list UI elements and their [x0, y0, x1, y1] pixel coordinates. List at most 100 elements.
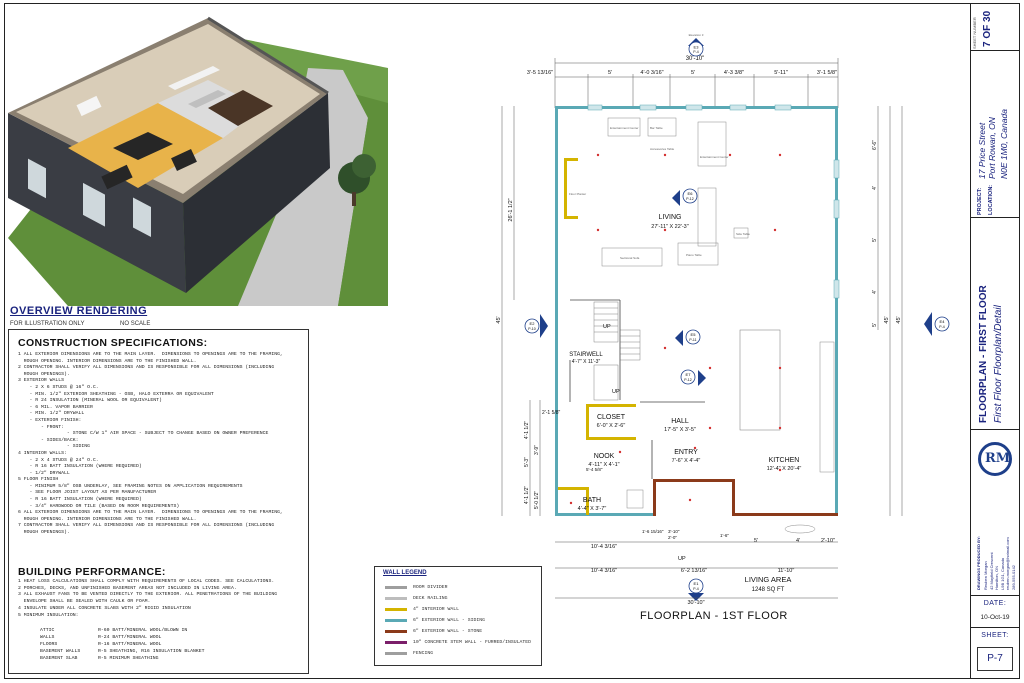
marker-e3-sheet: P-4	[693, 50, 699, 54]
room-closet-dims: 6'-0" X 2'-6"	[597, 423, 626, 429]
performance-notes: 1 HEAT LOSS CALCULATIONS SHALL COMPLY WI…	[18, 579, 308, 619]
performance-note-line: 4 INSULATE UNDER ALL CONCRETE SLABS WITH…	[18, 605, 191, 611]
insulation-item: FLOORS	[40, 641, 58, 647]
construction-note-line: - R 16 BATT INSULATION (WHERE REQUIRED)	[18, 497, 142, 503]
sheet-number: 7 OF 30	[982, 10, 993, 47]
legend-item: FENCING	[385, 649, 433, 657]
marker-e4-sheet: P-4	[939, 325, 945, 329]
top-dim-6: 5'-11"	[774, 70, 788, 76]
sheet-cell: SHEET: P-7	[970, 628, 1020, 679]
right-dim-2: 4'	[872, 186, 878, 190]
marker-e4-code: E4	[940, 319, 946, 324]
project-address: 17 Price Street	[977, 122, 987, 179]
legend-swatch	[385, 629, 407, 633]
left-dim-7: 5'-0 1/2"	[534, 491, 540, 510]
furniture-labels: Entertainment Center Bar Table Entertain…	[569, 126, 750, 260]
furniture-label-8: Accessories Table	[650, 147, 674, 151]
insulation-row: WALLS R-24 BATT/MINERAL WOOL	[40, 635, 205, 642]
left-dim-4: 3'-9"	[534, 445, 540, 455]
elevation-marker-e3: E3 P-4 Elevation 3	[688, 33, 704, 57]
insulation-row: BASEMENT WALLS R-5 SHEATHING, R16 INSULAT…	[40, 649, 205, 656]
marker-e3-code: E3	[694, 45, 700, 50]
insulation-item: BASEMENT WALLS	[40, 648, 81, 654]
living-area-value: 1248 SQ FT	[752, 587, 785, 593]
construction-heading: CONSTRUCTION SPECIFICATIONS:	[18, 337, 208, 349]
construction-note-line: - STONE C/W 1" AIR SPACE - SUBJECT TO CH…	[18, 431, 269, 437]
date-cell: DATE: 10-Oct-19	[970, 596, 1020, 628]
furniture-label-1: Entertainment Center	[610, 126, 639, 130]
date-value: 10-Oct-19	[980, 614, 1010, 621]
legend-swatch	[385, 596, 407, 600]
marker-e5-sheet: P-11	[689, 338, 696, 342]
top-total-dimension: 30'-10"	[686, 56, 705, 62]
legend-swatch	[385, 607, 407, 611]
bottom-dim-g: 2'-10"	[821, 538, 835, 544]
insulation-item: ATTIC	[40, 628, 55, 633]
insulation-value: R-24 BATT/MINERAL WOOL	[98, 634, 162, 640]
marker-e6-code: E6	[688, 191, 694, 196]
legend-label: 4" INTERIOR WALL	[413, 606, 460, 612]
right-total-dimension: 45'	[884, 316, 890, 323]
no-scale-note: NO SCALE	[120, 321, 151, 327]
left-inner-dimension: 26'-1 1/2"	[508, 198, 514, 221]
elevation-marker-e7: E7 P-12	[680, 369, 706, 386]
construction-note-line: 4 INTERIOR WALLS:	[18, 450, 67, 456]
legend-title: WALL LEGEND	[383, 570, 427, 576]
designer-detail-line: Hamilton, ON	[994, 565, 999, 590]
room-living-dims: 27'-11" X 22'-3"	[651, 224, 688, 230]
room-hall-name: HALL	[671, 418, 689, 425]
room-stairwell-dims: 4'-7" X 11'-3"	[572, 359, 601, 365]
top-dim-5: 4'-3 3/8"	[724, 70, 744, 76]
construction-note-line: - MIN. 1/2" DRYWALL	[18, 411, 85, 417]
furniture-label-4: Piano Table	[686, 253, 702, 257]
left-dim-5: 4'-1 1/2"	[524, 486, 530, 505]
insulation-item: BASEMENT SLAB	[40, 655, 78, 661]
marker-e5-code: E5	[691, 332, 697, 337]
left-dim-2: 4'-1 1/2"	[524, 421, 530, 440]
insulation-value: R-5 SHEATHING, R16 INSULATION BLANKET	[98, 648, 205, 654]
bottom-dim-b: 11'-10"	[778, 568, 795, 574]
room-entry-name: ENTRY	[674, 449, 698, 456]
room-kitchen-name: KITCHEN	[769, 457, 800, 464]
insulation-value: R-16 BATT/MINERAL WOOL	[98, 641, 162, 647]
top-segment-dimensions: 3'-5 13/16" 5' 4'-0 3/16" 5' 4'-3 3/8" 5…	[527, 70, 837, 76]
right-dim-3: 5'	[872, 238, 878, 242]
room-nook-name: NOOK	[594, 453, 615, 460]
right-inner-dimension: 45'	[896, 316, 902, 323]
marker-e7-code: E7	[686, 372, 692, 377]
designer-detail-line: reuben.morgan@hotmail.com	[1005, 537, 1010, 590]
elevation-marker-e6: E6 P-12	[672, 188, 698, 206]
insulation-table: ATTIC R-60 BATT/MINERAL WOOL/BLOWN IN WALL…	[40, 628, 205, 662]
insulation-row: ATTIC R-60 BATT/MINERAL WOOL/BLOWN IN	[40, 628, 205, 635]
construction-note-line: - R 16 BATT INSULATION (WHERE REQUIRED)	[18, 464, 142, 470]
sheet-number-label: SHEET NUMBER	[972, 17, 977, 49]
drawing-title-cell: FLOORPLAN - FIRST FLOOR First Floor Floo…	[970, 218, 1020, 430]
legend-label: 6" EXTERIOR WALL - STONE	[413, 628, 483, 634]
construction-note-line: - R 24 INSULATION (MINERAL WOOL OR EQUIV…	[18, 398, 162, 404]
construction-note-line: - 1/2" DRYWALL	[18, 470, 70, 476]
drawing-subtitle: First Floor Floorplan/Detail	[993, 305, 1004, 423]
construction-notes: 1 ALL EXTERIOR DIMENSIONS ARE TO THE MAI…	[18, 352, 308, 537]
overview-rendering-image	[8, 8, 388, 306]
construction-note-line: 3 EXTERIOR WALLS	[18, 378, 65, 384]
sheet-number-cell: SHEET NUMBER 7 OF 30	[970, 3, 1020, 51]
bottom-dim-e: 5'	[754, 538, 758, 544]
right-segment-dimensions: 6'-6" 4' 5' 4' 5'	[872, 140, 878, 327]
legend-item: 4" INTERIOR WALL	[385, 605, 459, 613]
furniture-label-6: Floor Planter	[569, 192, 586, 196]
stair-up-label-3: UP	[678, 556, 686, 562]
floorplan-drawing: 30'-10" 3'-5 13/16" 5' 4'-0 3/16" 5' 4'-…	[496, 33, 950, 606]
designer-logo: RM	[978, 442, 1012, 476]
overview-note: FOR ILLUSTRATION ONLY NO SCALE	[10, 321, 150, 327]
legend-swatch	[385, 640, 407, 644]
bottom-dim-small-1: 1'-6 15/16"	[642, 529, 664, 534]
legend-label: ROOM DIVIDER	[413, 584, 448, 590]
bottom-dim-d: 6'-2 13/16"	[681, 568, 707, 574]
marker-e7-sheet: P-12	[684, 378, 691, 382]
legend-label: 6" EXTERIOR WALL - SIDING	[413, 617, 485, 623]
bottom-dim-f: 4'	[796, 538, 800, 544]
elevation-marker-e5: E5 P-11	[675, 329, 701, 346]
left-total-dimension: 45'	[496, 316, 502, 323]
bottom-dim-small-4: 1'-6"	[720, 533, 729, 538]
date-label: DATE:	[983, 600, 1007, 607]
